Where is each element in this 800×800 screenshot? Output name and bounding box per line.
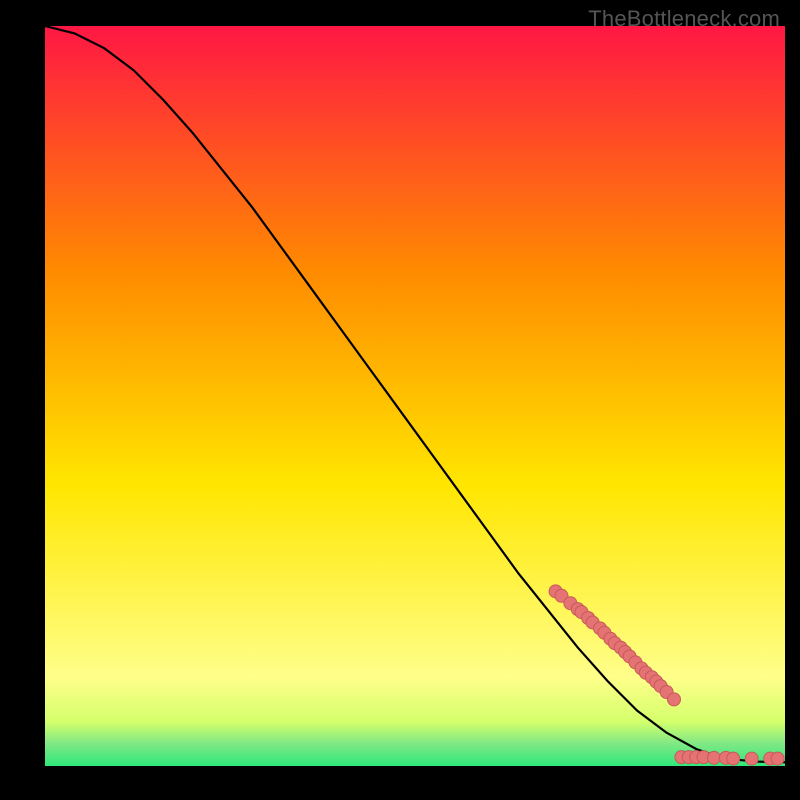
plot-area [45,26,785,766]
chart-svg [45,26,785,766]
scatter-point [771,752,784,765]
scatter-point [668,693,681,706]
chart-container: TheBottleneck.com [0,0,800,800]
scatter-point [707,751,720,764]
scatter-point [745,752,758,765]
scatter-point [727,752,740,765]
watermark-text: TheBottleneck.com [588,6,780,32]
gradient-background [45,26,785,766]
